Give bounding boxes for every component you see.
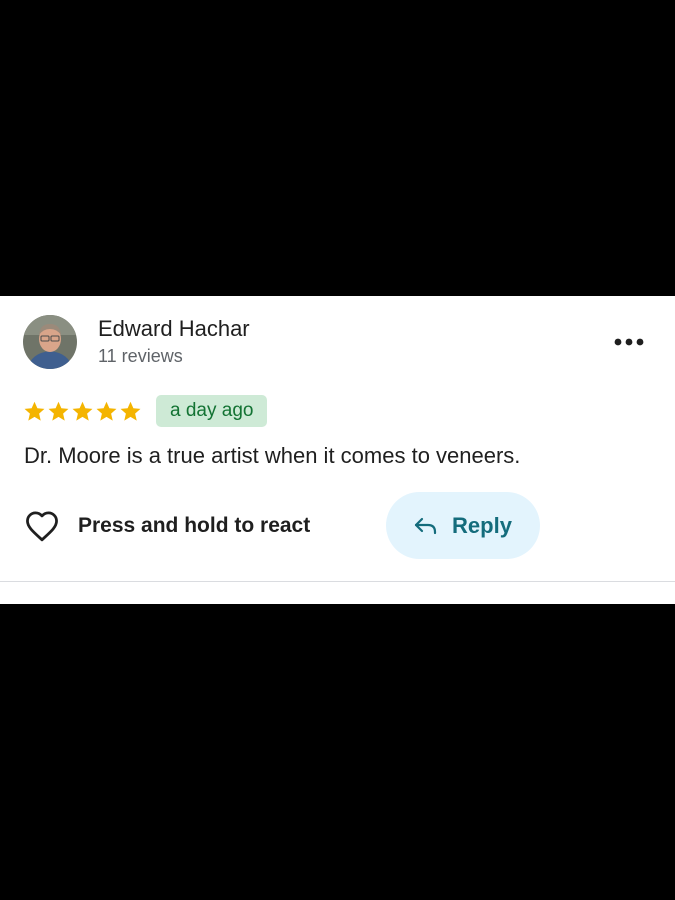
reply-button[interactable]: Reply <box>386 492 540 559</box>
time-ago-badge: a day ago <box>156 395 268 427</box>
react-button[interactable]: Press and hold to react <box>24 508 310 544</box>
more-options-button[interactable] <box>608 326 650 358</box>
reply-arrow-icon <box>414 517 438 535</box>
author-name[interactable]: Edward Hachar <box>98 316 250 342</box>
reply-label: Reply <box>452 512 512 538</box>
review-count: 11 reviews <box>98 346 183 366</box>
divider <box>0 581 675 582</box>
star-icon <box>95 400 118 423</box>
star-icon <box>119 400 142 423</box>
star-rating <box>23 398 142 424</box>
more-dots-icon <box>614 333 644 351</box>
review-card: Edward Hachar 11 reviews a day ago Dr. M… <box>0 296 675 604</box>
star-icon <box>47 400 70 423</box>
star-icon <box>23 400 46 423</box>
heart-outline-icon <box>24 510 60 542</box>
star-icon <box>71 400 94 423</box>
review-text: Dr. Moore is a true artist when it comes… <box>24 443 521 468</box>
avatar[interactable] <box>23 315 77 369</box>
react-label: Press and hold to react <box>78 514 311 537</box>
